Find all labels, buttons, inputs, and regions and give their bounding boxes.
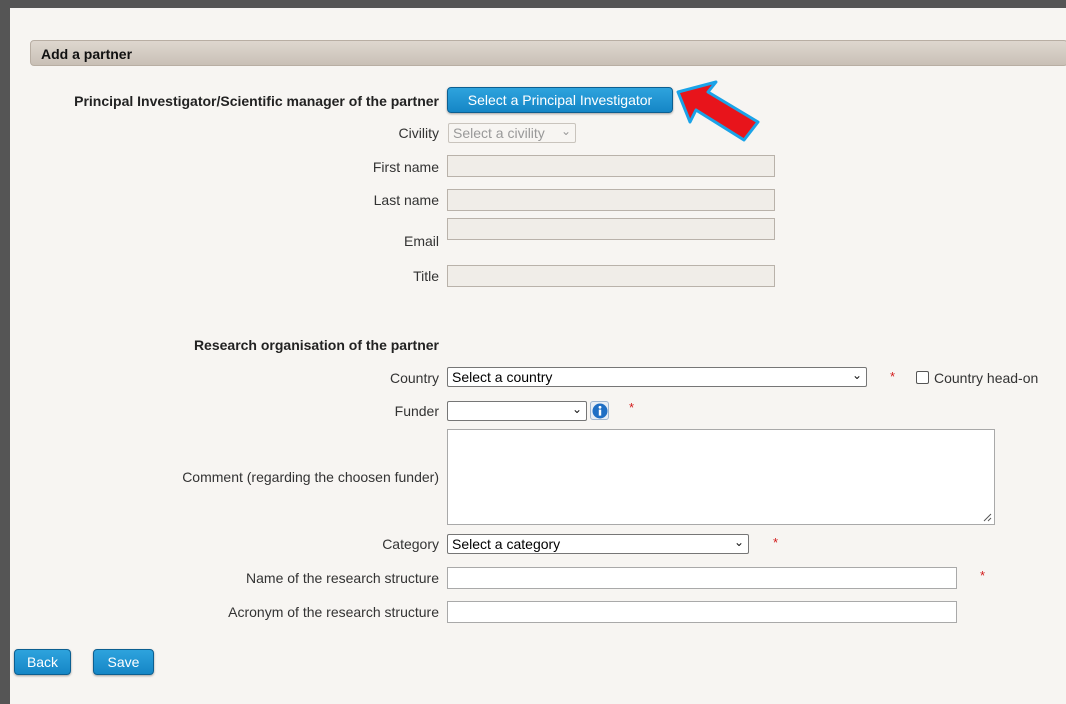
info-icon[interactable] [590, 401, 609, 420]
email-field[interactable] [447, 218, 775, 240]
funder-label: Funder [394, 403, 439, 419]
civility-select[interactable]: Select a civility ⌄ [448, 123, 576, 143]
back-button[interactable]: Back [14, 649, 71, 675]
required-mark: * [629, 400, 635, 415]
first-name-label: First name [372, 159, 439, 175]
section-title: Add a partner [41, 46, 133, 62]
structure-name-field[interactable] [447, 567, 957, 589]
form-page: Add a partner Principal Investigator/Sci… [10, 8, 1066, 704]
comment-label: Comment (regarding the choosen funder) [182, 469, 439, 485]
last-name-label: Last name [373, 192, 439, 208]
first-name-field[interactable] [447, 155, 775, 177]
required-mark: * [773, 535, 779, 550]
chevron-down-icon: ⌄ [851, 368, 862, 382]
title-field[interactable] [447, 265, 775, 287]
country-head-on-label: Country head-on [934, 370, 1039, 386]
category-label: Category [382, 536, 439, 552]
civility-select-value: Select a civility [453, 125, 545, 141]
country-select[interactable]: Select a country ⌄ [447, 367, 867, 387]
required-mark: * [980, 568, 986, 583]
title-label: Title [413, 268, 439, 284]
structure-acronym-field[interactable] [447, 601, 957, 623]
email-label: Email [403, 233, 439, 249]
last-name-field[interactable] [447, 189, 775, 211]
category-select[interactable]: Select a category ⌄ [447, 534, 749, 554]
structure-acronym-label: Acronym of the research structure [228, 604, 439, 620]
country-label: Country [389, 370, 439, 386]
resize-handle-icon[interactable] [983, 513, 992, 522]
funder-select[interactable]: ⌄ [447, 401, 587, 421]
country-select-value: Select a country [452, 369, 553, 385]
chevron-down-icon: ⌄ [560, 124, 571, 138]
select-pi-button[interactable]: Select a Principal Investigator [447, 87, 673, 113]
save-button[interactable]: Save [93, 649, 154, 675]
red-arrow-icon [676, 80, 760, 142]
chevron-down-icon: ⌄ [571, 402, 582, 416]
civility-label: Civility [398, 125, 439, 141]
comment-textarea[interactable] [447, 429, 995, 525]
section-header: Add a partner [30, 40, 1066, 66]
chevron-down-icon: ⌄ [733, 535, 744, 549]
org-heading: Research organisation of the partner [193, 337, 439, 353]
category-select-value: Select a category [452, 536, 561, 552]
pi-heading: Principal Investigator/Scientific manage… [74, 93, 439, 109]
structure-name-label: Name of the research structure [246, 570, 439, 586]
required-mark: * [890, 369, 896, 384]
country-head-on-checkbox[interactable] [916, 371, 929, 384]
